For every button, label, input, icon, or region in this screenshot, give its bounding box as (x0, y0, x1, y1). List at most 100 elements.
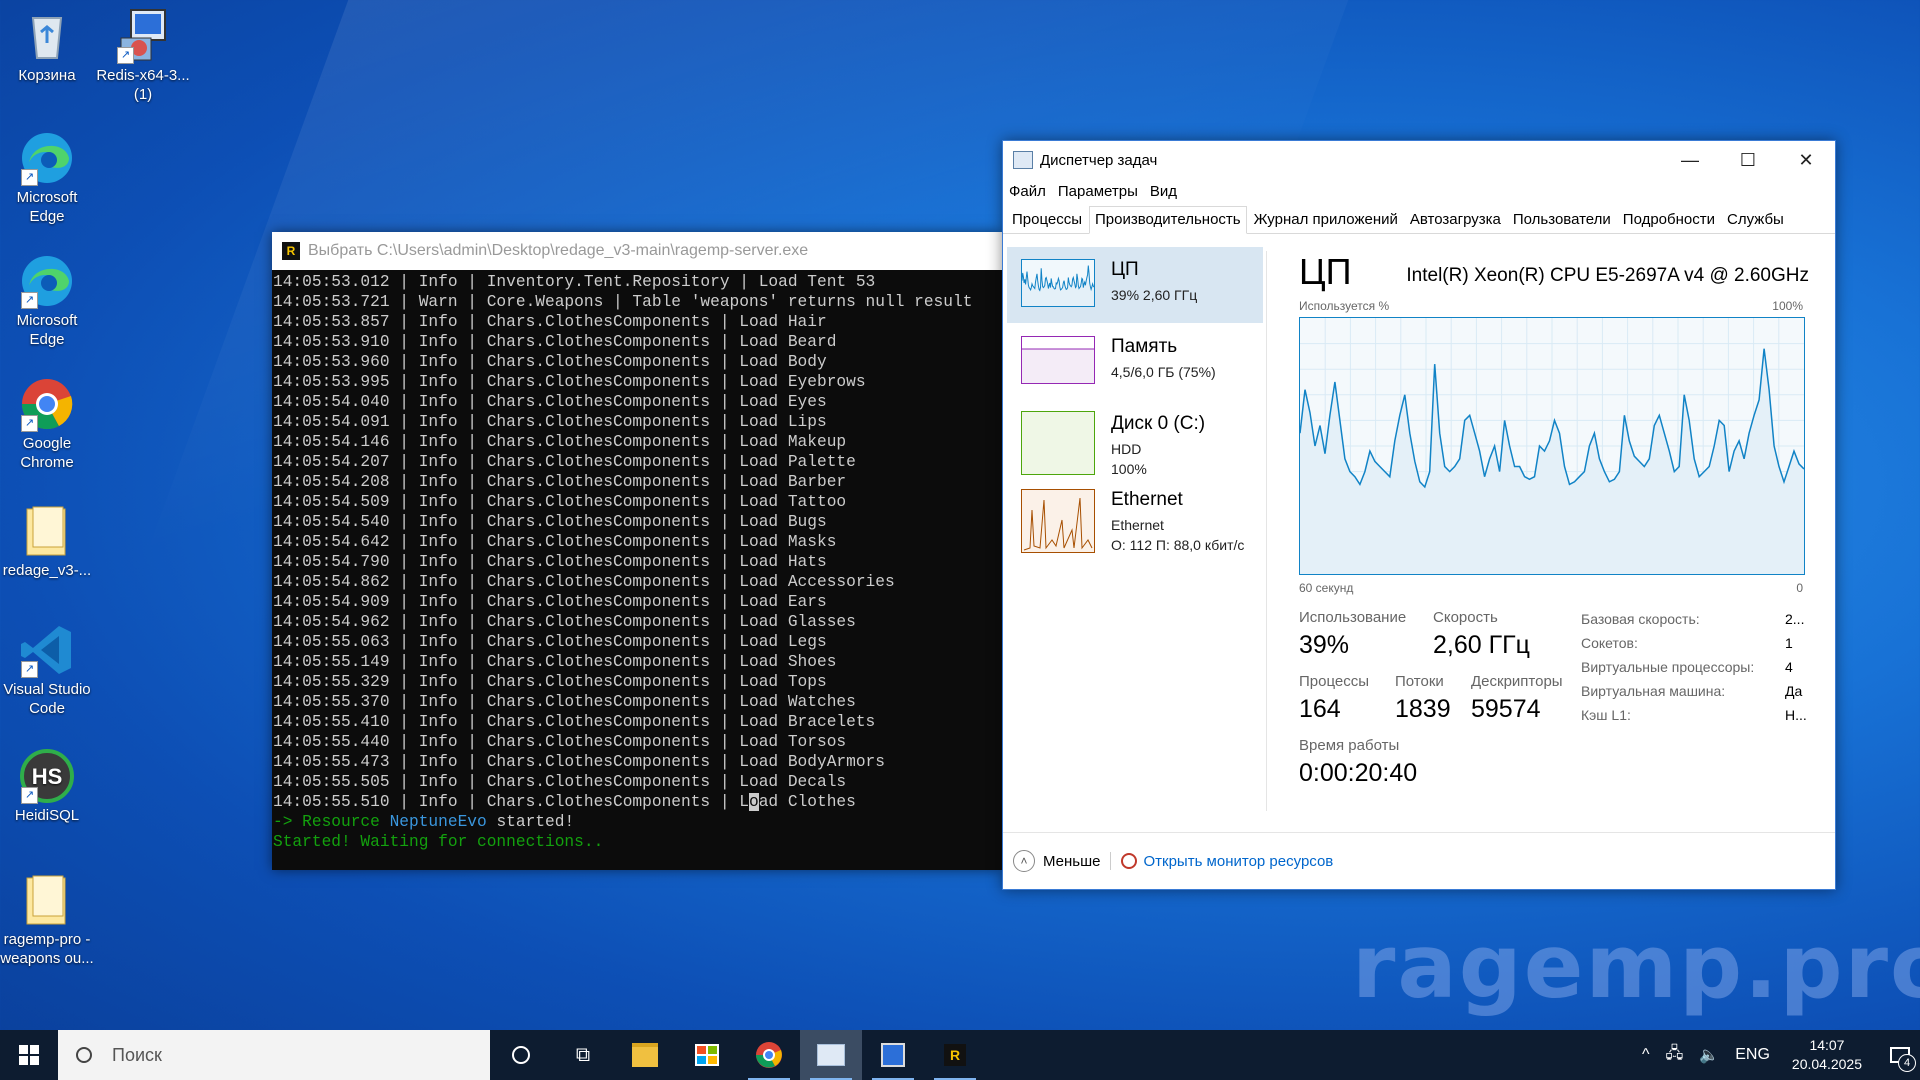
perf-item-name: Диск 0 (C:) (1111, 413, 1206, 434)
perf-item-memory[interactable]: Память 4,5/6,0 ГБ (75%) (1007, 324, 1263, 400)
desktop-icon-redage-folder[interactable]: redage_v3-... (0, 503, 94, 580)
console-output[interactable]: 14:05:53.012 | Info | Inventory.Tent.Rep… (272, 270, 1002, 852)
task-view-icon: ⧉ (575, 1043, 591, 1066)
console-line: 14:05:55.063 | Info | Chars.ClothesCompo… (273, 633, 827, 651)
desktop-icon-chrome[interactable]: ↗ Google Chrome (0, 376, 94, 472)
notifications-button[interactable]: 4 (1880, 1030, 1920, 1080)
threads-label: Потоки (1395, 673, 1444, 690)
taskbar-task-manager[interactable] (800, 1030, 862, 1080)
clock-date: 20.04.2025 (1791, 1056, 1862, 1072)
edge-icon: ↗ (19, 253, 75, 309)
desktop-icon-label: Корзина (18, 67, 76, 84)
clock[interactable]: 14:07 20.04.2025 (1792, 1036, 1862, 1074)
tab-startup[interactable]: Автозагрузка (1405, 211, 1506, 233)
console-line: 14:05:53.910 | Info | Chars.ClothesCompo… (273, 333, 837, 351)
graph-max-label: 100% (1772, 299, 1803, 313)
cortana-icon (512, 1046, 530, 1064)
cpu-heading: ЦП (1299, 251, 1352, 292)
desktop-icon-ragemp-folder[interactable]: ragemp-pro - weapons ou... (0, 872, 94, 968)
uptime-value: 0:00:20:40 (1299, 759, 1418, 787)
perf-item-cpu[interactable]: ЦП 39% 2,60 ГГц (1007, 247, 1263, 323)
folder-zip-icon (19, 503, 75, 559)
store-icon (695, 1044, 719, 1066)
tm-footer: ˄ Меньше Открыть монитор ресурсов (1003, 832, 1835, 889)
desktop-icon-heidisql[interactable]: HS ↗ HeidiSQL (0, 748, 94, 825)
open-resource-monitor-link[interactable]: Открыть монитор ресурсов (1121, 853, 1333, 870)
desktop-icon-edge-1[interactable]: ↗ Microsoft Edge (0, 130, 94, 226)
perf-item-ethernet[interactable]: Ethernet Ethernet О: 112 П: 88,0 кбит/с (1007, 487, 1263, 563)
footer-divider (1110, 852, 1112, 870)
memory-mini-graph (1021, 336, 1095, 384)
perf-item-detail: Ethernet О: 112 П: 88,0 кбит/с (1111, 517, 1245, 553)
chrome-icon: ↗ (19, 376, 75, 432)
console-title: Выбрать C:\Users\admin\Desktop\redage_v3… (308, 242, 809, 259)
console-window[interactable]: R Выбрать C:\Users\admin\Desktop\redage_… (272, 232, 1002, 870)
console-titlebar[interactable]: R Выбрать C:\Users\admin\Desktop\redage_… (272, 232, 1002, 270)
tab-services[interactable]: Службы (1722, 211, 1789, 233)
fewer-details-button[interactable]: ˄ Меньше (1013, 850, 1100, 872)
console-line: 14:05:54.962 | Info | Chars.ClothesCompo… (273, 613, 856, 631)
minimize-button[interactable]: — (1661, 141, 1719, 179)
shortcut-arrow-icon: ↗ (21, 292, 38, 309)
menu-file[interactable]: Файл (1009, 183, 1046, 200)
console-line: 14:05:53.960 | Info | Chars.ClothesCompo… (273, 353, 827, 371)
menu-options[interactable]: Параметры (1058, 183, 1138, 200)
desktop-icon-vscode[interactable]: ↗ Visual Studio Code (0, 622, 94, 718)
perf-sidebar: ЦП 39% 2,60 ГГц Память 4,5/6,0 ГБ (75%) … (1007, 247, 1263, 564)
console-line: 14:05:54.146 | Info | Chars.ClothesCompo… (273, 433, 847, 451)
taskbar-chrome[interactable] (738, 1030, 800, 1080)
desktop-icon-label: Google Chrome (20, 435, 74, 471)
tm-titlebar[interactable]: Диспетчер задач — ☐ ✕ (1003, 141, 1835, 179)
close-button[interactable]: ✕ (1777, 141, 1835, 179)
console-line: 14:05:54.862 | Info | Chars.ClothesCompo… (273, 573, 895, 591)
network-icon[interactable]: 🖧 (1665, 1042, 1683, 1069)
tab-app-history[interactable]: Журнал приложений (1249, 211, 1403, 233)
search-placeholder: Поиск (112, 1044, 162, 1065)
installer-icon: ↗ (115, 8, 171, 64)
console-line: 14:05:55.329 | Info | Chars.ClothesCompo… (273, 673, 827, 691)
ethernet-mini-graph (1021, 489, 1095, 553)
processes-label: Процессы (1299, 673, 1370, 690)
tm-tabs: Процессы Производительность Журнал прило… (1003, 203, 1835, 234)
task-view-button[interactable]: ⧉ (552, 1030, 614, 1080)
vscode-icon: ↗ (19, 622, 75, 678)
taskbar-ragemp-server[interactable]: R (924, 1030, 986, 1080)
maximize-button[interactable]: ☐ (1719, 141, 1777, 179)
tray-overflow-chevron-icon[interactable]: ^ (1642, 1046, 1650, 1064)
perf-item-name: Память (1111, 336, 1178, 357)
console-line: 14:05:55.410 | Info | Chars.ClothesCompo… (273, 713, 876, 731)
shortcut-arrow-icon: ↗ (21, 415, 38, 432)
tab-users[interactable]: Пользователи (1508, 211, 1616, 233)
base-speed-value: 2... (1785, 611, 1805, 627)
cortana-button[interactable] (490, 1030, 552, 1080)
desktop-icon-recycle-bin[interactable]: Корзина (0, 8, 94, 85)
console-line: 14:05:54.207 | Info | Chars.ClothesCompo… (273, 453, 856, 471)
volume-icon[interactable]: 🔈 (1699, 1045, 1719, 1065)
installer-icon (881, 1043, 905, 1067)
tab-processes[interactable]: Процессы (1007, 211, 1087, 233)
edge-icon: ↗ (19, 130, 75, 186)
taskbar-search[interactable]: Поиск (58, 1030, 490, 1080)
menu-view[interactable]: Вид (1150, 183, 1177, 200)
desktop-icon-redis-installer[interactable]: ↗ Redis-x64-3...(1) (96, 8, 190, 104)
tab-details[interactable]: Подробности (1618, 211, 1720, 233)
console-line: 14:05:55.505 | Info | Chars.ClothesCompo… (273, 773, 847, 791)
language-indicator[interactable]: ENG (1735, 1046, 1770, 1064)
tm-title: Диспетчер задач (1040, 151, 1158, 169)
shortcut-arrow-icon: ↗ (117, 47, 134, 64)
taskbar-store[interactable] (676, 1030, 738, 1080)
tab-performance[interactable]: Производительность (1089, 206, 1247, 234)
usage-label: Использование (1299, 609, 1407, 626)
taskbar-explorer[interactable] (614, 1030, 676, 1080)
console-line: 14:05:55.473 | Info | Chars.ClothesCompo… (273, 753, 885, 771)
start-button[interactable] (0, 1030, 58, 1080)
perf-item-disk[interactable]: Диск 0 (C:) HDD 100% (1007, 401, 1263, 477)
system-tray: ^ 🖧 🔈 ENG 14:07 20.04.2025 4 (1634, 1030, 1920, 1080)
watermark: ragemp.pro (1352, 915, 1920, 1018)
desktop-icon-edge-2[interactable]: ↗ Microsoft Edge (0, 253, 94, 349)
taskbar-installer[interactable] (862, 1030, 924, 1080)
task-manager-window[interactable]: Диспетчер задач — ☐ ✕ Файл Параметры Вид… (1002, 140, 1836, 890)
resource-monitor-icon (1121, 853, 1138, 869)
perf-item-detail: 4,5/6,0 ГБ (75%) (1111, 364, 1216, 380)
chrome-icon (756, 1042, 782, 1068)
